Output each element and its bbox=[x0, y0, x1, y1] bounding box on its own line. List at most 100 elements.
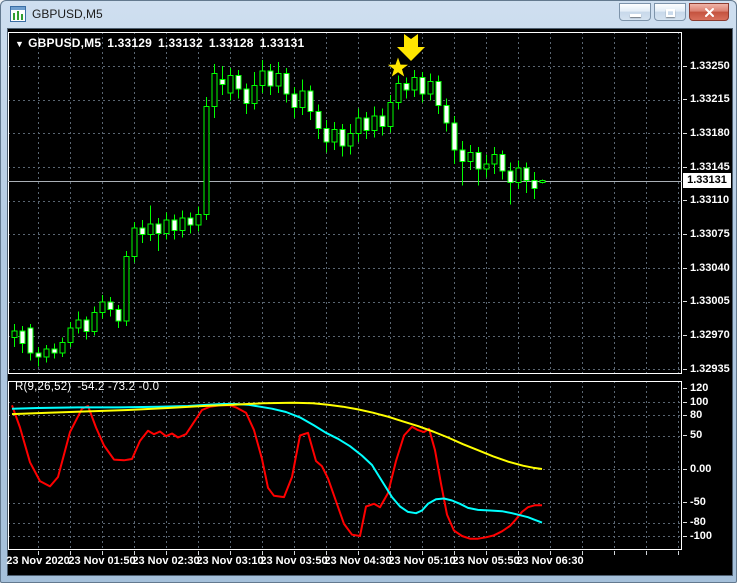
down-arrow-object[interactable] bbox=[397, 34, 425, 61]
time-axis-label: 23 Nov 05:50 bbox=[452, 555, 520, 567]
maximize-button[interactable] bbox=[654, 3, 686, 21]
candle bbox=[35, 352, 42, 358]
candle bbox=[91, 311, 98, 333]
candle bbox=[11, 330, 18, 339]
chart-content: ▼ GBPUSD,M5 1.33129 1.33132 1.33128 1.33131 R… bbox=[6, 28, 733, 576]
candle bbox=[315, 110, 322, 130]
candle bbox=[299, 90, 306, 108]
candle bbox=[211, 73, 218, 107]
axis-label: -80 bbox=[683, 516, 732, 529]
candle bbox=[475, 152, 482, 170]
candle bbox=[115, 309, 122, 322]
close-button[interactable] bbox=[689, 3, 729, 21]
candle bbox=[331, 129, 338, 143]
candle bbox=[267, 70, 274, 87]
candle bbox=[179, 217, 186, 232]
candle bbox=[491, 154, 498, 165]
axis-label: 80 bbox=[683, 409, 732, 422]
time-axis-label: 23 Nov 2020 bbox=[6, 555, 70, 567]
candle bbox=[83, 319, 90, 333]
time-axis-label: 23 Nov 03:10 bbox=[196, 555, 264, 567]
header-symbol: GBPUSD,M5 bbox=[28, 36, 102, 50]
candle bbox=[323, 128, 330, 143]
candle bbox=[307, 90, 314, 112]
window-title: GBPUSD,M5 bbox=[32, 7, 103, 21]
axis-label: 1.33215 bbox=[683, 93, 732, 106]
candle bbox=[411, 77, 418, 91]
candle bbox=[339, 129, 346, 147]
title-bar[interactable]: GBPUSD,M5 bbox=[1, 1, 736, 28]
candle bbox=[147, 223, 154, 235]
candle bbox=[187, 217, 194, 226]
time-tick bbox=[678, 551, 679, 555]
price-axis[interactable]: 1.33250 1.33215 1.33180 1.33145 1.33110 1.330… bbox=[683, 29, 732, 378]
maximize-icon bbox=[666, 9, 675, 17]
candle bbox=[459, 149, 466, 162]
candle bbox=[387, 102, 394, 128]
candle bbox=[27, 327, 34, 354]
indicator-pane[interactable] bbox=[8, 379, 682, 551]
header-open: 1.33129 bbox=[107, 36, 153, 50]
candle bbox=[499, 154, 506, 172]
time-axis[interactable]: 23 Nov 2020 23 Nov 01:50 23 Nov 02:30 23 No… bbox=[6, 551, 732, 575]
candle bbox=[347, 132, 354, 147]
axis-label: 50 bbox=[683, 429, 732, 442]
indicator-values: -54.2 -73.2 -0.0 bbox=[77, 381, 160, 393]
candle bbox=[515, 167, 522, 184]
axis-label: 100 bbox=[683, 396, 732, 409]
candle bbox=[227, 75, 234, 94]
candlestick-chart[interactable] bbox=[8, 29, 682, 378]
time-axis-label: 23 Nov 05:10 bbox=[388, 555, 456, 567]
axis-label: 1.32935 bbox=[683, 363, 732, 376]
candle bbox=[483, 163, 490, 170]
candle bbox=[283, 73, 290, 95]
candle bbox=[219, 78, 226, 85]
time-tick bbox=[646, 551, 647, 555]
chart-window-icon bbox=[10, 6, 26, 22]
indicator-axis[interactable]: 120 100 80 50 0.00 -50 -80 -100 bbox=[683, 379, 732, 551]
header-high: 1.33132 bbox=[158, 36, 203, 50]
candle bbox=[507, 170, 514, 184]
axis-label: 1.33110 bbox=[683, 194, 732, 207]
axis-label: 1.33145 bbox=[683, 161, 732, 174]
candle bbox=[435, 80, 442, 106]
indicator-line-mid-26 bbox=[11, 403, 543, 524]
axis-label: -100 bbox=[683, 530, 732, 543]
axis-label: 1.33180 bbox=[683, 127, 732, 140]
time-tick bbox=[614, 551, 615, 555]
candle bbox=[67, 327, 74, 343]
axis-label: 1.33075 bbox=[683, 228, 732, 241]
candle bbox=[451, 122, 458, 151]
candle bbox=[163, 219, 170, 235]
main-plot-frame bbox=[8, 32, 682, 374]
close-icon bbox=[705, 8, 714, 17]
candle bbox=[99, 301, 106, 313]
candle bbox=[379, 115, 386, 128]
candle bbox=[539, 180, 546, 184]
axis-label: 1.32970 bbox=[683, 329, 732, 342]
axis-label: -50 bbox=[683, 496, 732, 509]
candle bbox=[419, 77, 426, 95]
candle bbox=[139, 227, 146, 235]
candle bbox=[203, 105, 210, 215]
minimize-icon bbox=[630, 14, 641, 17]
candle bbox=[443, 104, 450, 124]
current-price-box: 1.33131 bbox=[683, 173, 731, 189]
candle bbox=[251, 84, 258, 105]
candle bbox=[75, 319, 82, 329]
candle bbox=[531, 180, 538, 189]
indicator-header: R(9,26,52) -54.2 -73.2 -0.0 bbox=[15, 381, 165, 393]
mt4-chart-window: GBPUSD,M5 ▼ GBPUSD,M5 1.33129 1.33132 1.3312… bbox=[0, 0, 737, 583]
candle bbox=[171, 219, 178, 232]
candle bbox=[467, 152, 474, 162]
symbol-marker-icon: ▼ bbox=[15, 39, 25, 49]
time-axis-label: 23 Nov 06:30 bbox=[516, 555, 584, 567]
indicator-line-fast-9 bbox=[11, 404, 542, 540]
minimize-button[interactable] bbox=[619, 3, 651, 21]
candle bbox=[235, 75, 242, 90]
candle bbox=[195, 213, 202, 226]
candle bbox=[243, 88, 250, 105]
chart-ohlc-header: ▼ GBPUSD,M5 1.33129 1.33132 1.33128 1.33131 bbox=[15, 36, 310, 50]
candle bbox=[43, 348, 50, 358]
candle bbox=[155, 223, 162, 235]
